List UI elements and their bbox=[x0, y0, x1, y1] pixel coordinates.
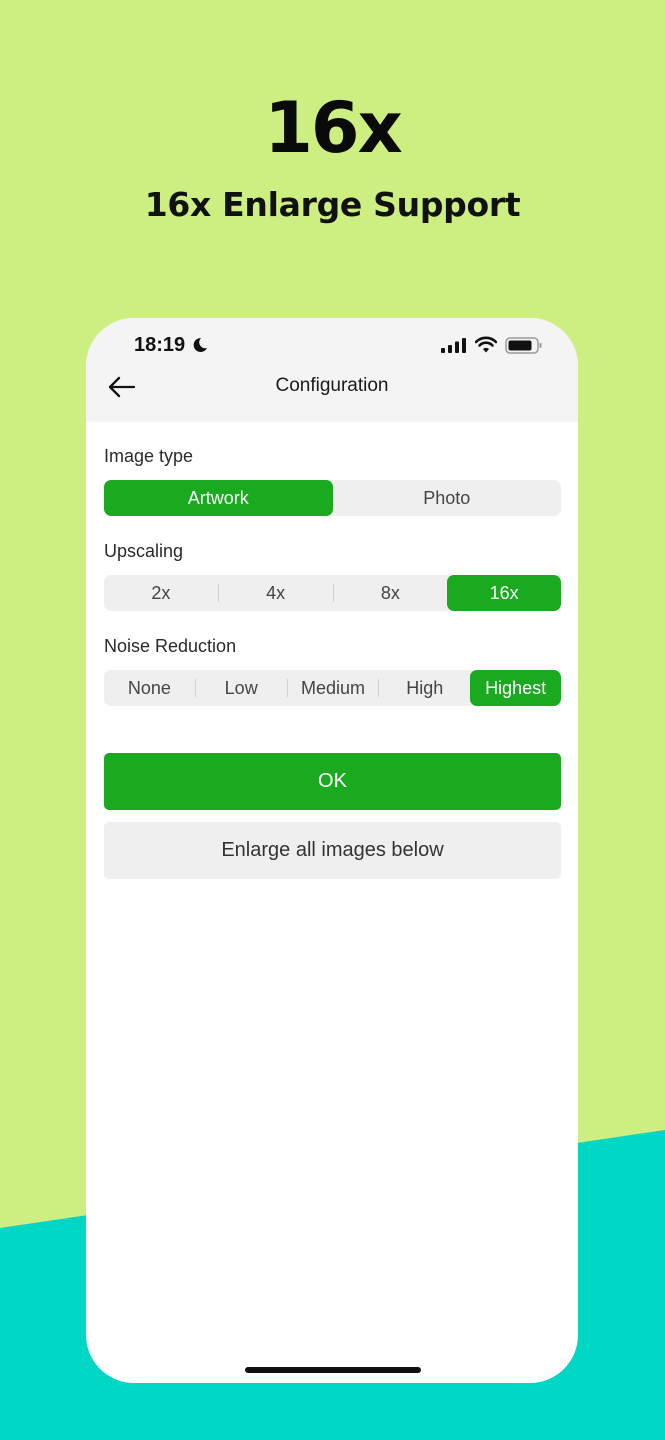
home-indicator[interactable] bbox=[245, 1367, 421, 1373]
noise-reduction-segmented-control: None Low Medium High Highest bbox=[104, 670, 561, 706]
noise-option-highest[interactable]: Highest bbox=[470, 670, 561, 706]
wifi-icon bbox=[475, 336, 497, 353]
moon-icon bbox=[193, 337, 207, 352]
signal-icon bbox=[441, 338, 466, 353]
image-type-segmented-control: Artwork Photo bbox=[104, 480, 561, 516]
noise-option-none[interactable]: None bbox=[104, 670, 195, 706]
upscaling-option-2x[interactable]: 2x bbox=[104, 575, 218, 611]
status-time: 18:19 bbox=[134, 334, 186, 356]
top-bar: 18:19 Configuration bbox=[86, 318, 578, 422]
upscaling-option-16x[interactable]: 16x bbox=[447, 575, 561, 611]
battery-icon bbox=[505, 337, 542, 354]
upscaling-label: Upscaling bbox=[104, 541, 184, 561]
phone-screen: 18:19 Configuration Image type Artwork P… bbox=[86, 318, 578, 1383]
noise-option-medium[interactable]: Medium bbox=[288, 670, 379, 706]
image-type-option-artwork[interactable]: Artwork bbox=[104, 480, 333, 516]
enlarge-all-button[interactable]: Enlarge all images below bbox=[104, 822, 561, 879]
nav-title: Configuration bbox=[275, 375, 389, 396]
hero-subtitle: 16x Enlarge Support bbox=[144, 185, 521, 224]
noise-option-low[interactable]: Low bbox=[196, 670, 287, 706]
image-type-label: Image type bbox=[104, 446, 194, 466]
upscaling-option-8x[interactable]: 8x bbox=[334, 575, 448, 611]
hero-title: 16x bbox=[264, 87, 403, 169]
noise-reduction-label: Noise Reduction bbox=[104, 636, 237, 656]
ok-button[interactable]: OK bbox=[104, 753, 561, 810]
noise-option-high[interactable]: High bbox=[379, 670, 470, 706]
upscaling-segmented-control: 2x 4x 8x 16x bbox=[104, 575, 561, 611]
image-type-option-photo[interactable]: Photo bbox=[333, 480, 562, 516]
upscaling-option-4x[interactable]: 4x bbox=[219, 575, 333, 611]
